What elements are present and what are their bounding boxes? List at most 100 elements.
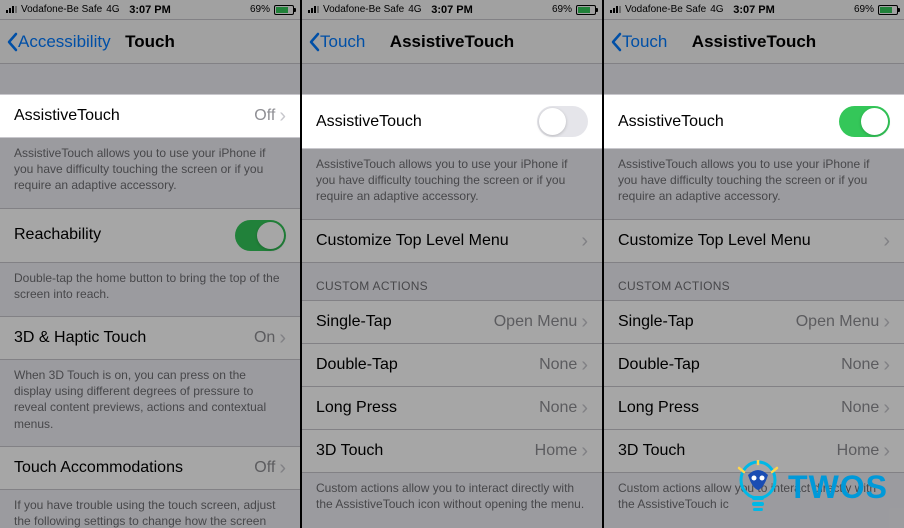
row-label: Single-Tap [618,313,796,331]
chevron-right-icon: › [883,355,890,375]
chevron-right-icon: › [883,231,890,251]
row-label: 3D Touch [618,442,837,460]
chevron-right-icon: › [581,231,588,251]
row-customize-menu[interactable]: Customize Top Level Menu › [604,219,904,263]
nav-back-button[interactable]: Touch [604,32,667,52]
screen-assistive-on: Vodafone-Be Safe 4G 3:07 PM 69% Touch As… [604,0,904,528]
twos-watermark: TWOS [736,460,888,514]
nav-bar: Touch AssistiveTouch [302,20,602,64]
row-label: AssistiveTouch [14,107,254,125]
nav-back-button[interactable]: Touch [302,32,365,52]
row-double-tap[interactable]: Double-Tap None › [604,344,904,387]
signal-icon [308,6,319,13]
row-3d-touch[interactable]: 3D Touch Home › [302,430,602,473]
row-label: Touch Accommodations [14,459,254,477]
nav-back-label: Touch [622,32,667,52]
battery-pct: 69% [552,4,572,15]
row-reachability[interactable]: Reachability [0,208,300,263]
nav-back-button[interactable]: Accessibility [0,32,111,52]
row-label: Reachability [14,226,235,244]
nav-bar: Touch AssistiveTouch [604,20,904,64]
signal-icon [610,6,621,13]
status-bar: Vodafone-Be Safe 4G 3:07 PM 69% [0,0,300,20]
battery-icon [878,5,898,15]
haptic-footer: When 3D Touch is on, you can press on th… [0,360,300,446]
row-label: Customize Top Level Menu [316,232,581,250]
reachability-footer: Double-tap the home button to bring the … [0,263,300,316]
chevron-right-icon: › [883,398,890,418]
row-double-tap[interactable]: Double-Tap None › [302,344,602,387]
row-value: Off [254,459,275,477]
row-value: None [841,399,879,417]
chevron-right-icon: › [279,328,286,348]
custom-actions-footer: Custom actions allow you to interact dir… [302,473,602,526]
screen-touch-settings: Vodafone-Be Safe 4G 3:07 PM 69% Accessib… [0,0,300,528]
row-long-press[interactable]: Long Press None › [604,387,904,430]
row-label: Customize Top Level Menu [618,232,883,250]
custom-actions-header: CUSTOM ACTIONS [604,263,904,300]
row-assistivetouch-toggle[interactable]: AssistiveTouch [604,94,904,149]
network-label: 4G [106,4,119,15]
row-3d-haptic[interactable]: 3D & Haptic Touch On › [0,316,300,360]
battery-pct: 69% [854,4,874,15]
row-label: AssistiveTouch [618,113,839,131]
carrier-label: Vodafone-Be Safe [323,4,404,15]
row-value: Home [837,442,880,460]
row-assistivetouch[interactable]: AssistiveTouch Off › [0,94,300,138]
chevron-right-icon: › [581,355,588,375]
row-value: Open Menu [494,313,578,331]
row-assistivetouch-toggle[interactable]: AssistiveTouch [302,94,602,149]
row-label: Single-Tap [316,313,494,331]
chevron-left-icon [308,32,320,52]
chevron-right-icon: › [279,458,286,478]
battery-icon [576,5,596,15]
row-value: Open Menu [796,313,880,331]
assistivetouch-toggle[interactable] [537,106,588,137]
status-bar: Vodafone-Be Safe 4G 3:07 PM 69% [302,0,602,20]
row-label: 3D Touch [316,442,535,460]
signal-icon [6,6,17,13]
nav-bar: Accessibility Touch [0,20,300,64]
row-touch-accommodations[interactable]: Touch Accommodations Off › [0,446,300,490]
row-label: AssistiveTouch [316,113,537,131]
row-long-press[interactable]: Long Press None › [302,387,602,430]
chevron-right-icon: › [581,398,588,418]
network-label: 4G [408,4,421,15]
screen-assistive-off: Vodafone-Be Safe 4G 3:07 PM 69% Touch As… [302,0,602,528]
carrier-label: Vodafone-Be Safe [21,4,102,15]
chevron-right-icon: › [883,312,890,332]
chevron-right-icon: › [279,106,286,126]
row-single-tap[interactable]: Single-Tap Open Menu › [302,300,602,344]
reachability-toggle[interactable] [235,220,286,251]
chevron-right-icon: › [883,441,890,461]
status-bar: Vodafone-Be Safe 4G 3:07 PM 69% [604,0,904,20]
custom-actions-header: CUSTOM ACTIONS [302,263,602,300]
row-label: Long Press [316,399,539,417]
status-time: 3:07 PM [431,4,473,16]
carrier-label: Vodafone-Be Safe [625,4,706,15]
row-label: Double-Tap [316,356,539,374]
nav-back-label: Accessibility [18,32,111,52]
lightbulb-icon [736,460,780,514]
nav-back-label: Touch [320,32,365,52]
row-label: 3D & Haptic Touch [14,329,254,347]
battery-icon [274,5,294,15]
chevron-left-icon [610,32,622,52]
row-value: None [841,356,879,374]
twos-text: TWOS [788,469,888,506]
row-value: Off [254,107,275,125]
nav-title: Touch [125,32,175,52]
row-value: None [539,356,577,374]
nav-title: AssistiveTouch [692,32,816,52]
nav-title: AssistiveTouch [390,32,514,52]
row-customize-menu[interactable]: Customize Top Level Menu › [302,219,602,263]
touch-accom-footer: If you have trouble using the touch scre… [0,490,300,528]
network-label: 4G [710,4,723,15]
chevron-right-icon: › [581,441,588,461]
assistive-footer: AssistiveTouch allows you to use your iP… [604,149,904,219]
row-single-tap[interactable]: Single-Tap Open Menu › [604,300,904,344]
assistive-footer: AssistiveTouch allows you to use your iP… [302,149,602,219]
assistivetouch-toggle[interactable] [839,106,890,137]
status-time: 3:07 PM [733,4,775,16]
assistive-footer: AssistiveTouch allows you to use your iP… [0,138,300,208]
